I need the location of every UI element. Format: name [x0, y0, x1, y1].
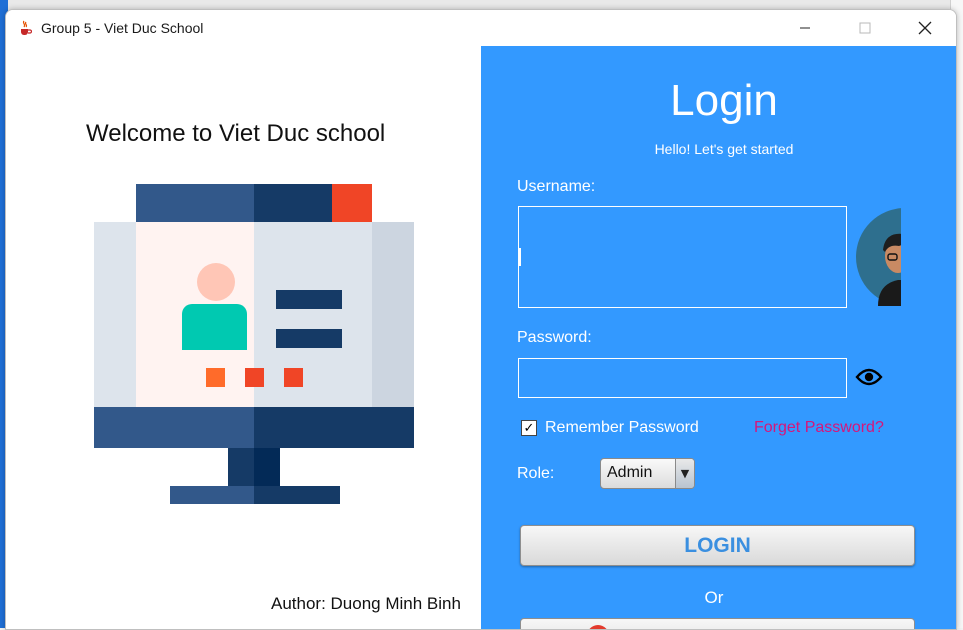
- window-title: Group 5 - Viet Duc School: [41, 20, 204, 36]
- role-selected-value: Admin: [607, 464, 653, 481]
- login-subtitle: Hello! Let's get started: [654, 141, 794, 157]
- welcome-heading: Welcome to Viet Duc school: [86, 120, 386, 147]
- maximize-button[interactable]: [842, 10, 888, 46]
- remember-password-option[interactable]: ✓ Remember Password: [521, 419, 699, 437]
- minimize-icon: [800, 27, 810, 29]
- author-credit: Author: Duong Minh Binh: [271, 594, 461, 613]
- login-panel: Login Hello! Let's get started Username:…: [481, 46, 956, 629]
- java-cup-icon: [21, 20, 32, 35]
- google-login-button[interactable]: [520, 618, 915, 629]
- welcome-panel: Welcome to Viet Duc school Author: Duong…: [6, 46, 481, 629]
- minimize-button[interactable]: [782, 10, 828, 46]
- login-window: Group 5 - Viet Duc School Welcome to Vie…: [5, 9, 957, 630]
- eye-icon[interactable]: [855, 365, 883, 389]
- computer-monitor-profile-icon: [94, 184, 414, 504]
- role-label: Role:: [517, 465, 555, 482]
- maximize-icon: [859, 22, 871, 34]
- chevron-down-icon[interactable]: ▼: [675, 459, 694, 488]
- close-icon: [918, 21, 932, 35]
- remember-password-checkbox[interactable]: ✓: [521, 420, 537, 436]
- remember-password-label: Remember Password: [545, 419, 699, 436]
- role-dropdown[interactable]: Admin ▼: [600, 458, 695, 489]
- user-avatar-icon: [856, 208, 901, 306]
- password-label: Password:: [517, 329, 592, 346]
- title-bar[interactable]: Group 5 - Viet Duc School: [6, 10, 956, 46]
- close-button[interactable]: [902, 10, 948, 46]
- login-heading: Login: [670, 76, 778, 125]
- password-input[interactable]: [518, 358, 847, 398]
- checkmark-icon: ✓: [523, 420, 535, 436]
- username-input[interactable]: [518, 206, 847, 308]
- text-caret: [519, 248, 521, 266]
- forget-password-link[interactable]: Forget Password?: [754, 419, 884, 437]
- login-button[interactable]: LOGIN: [520, 525, 915, 566]
- username-label: Username:: [517, 178, 596, 195]
- or-separator: Or: [704, 588, 724, 607]
